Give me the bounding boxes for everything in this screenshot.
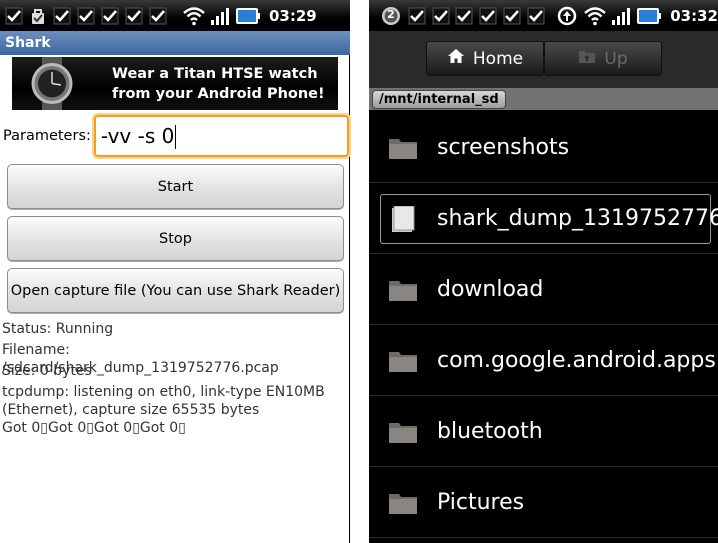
notification-count: 2 [387,7,395,21]
file-browser-screen: 2 03:32 Home Up /mnt/internal_sd screens… [369,0,718,543]
file-name: screenshots [437,135,570,160]
file-name: download [437,277,544,302]
status-bar: 2 03:32 [369,0,718,31]
file-icon [388,205,418,232]
size-text: Size: 0 bytes [2,363,92,379]
check-icon [526,6,546,26]
current-path[interactable]: /mnt/internal_sd [372,90,506,109]
folder-icon [388,419,418,445]
file-name: Pictures [437,490,525,515]
battery-icon [636,6,662,26]
wifi-icon [182,6,206,26]
clock: 03:29 [269,6,317,25]
status-bar: 03:29 [0,0,350,31]
check-icon [407,6,427,26]
sync-icon [557,6,577,26]
navigation-bar: Home Up [369,31,718,88]
file-name: bluetooth [437,419,543,444]
check-icon [52,6,72,26]
check-icon [124,6,144,26]
up-button[interactable]: Up [544,41,662,76]
up-label: Up [604,48,628,69]
parameters-value: -vv -s 0 [100,123,175,148]
home-button[interactable]: Home [426,41,544,76]
stop-button[interactable]: Stop [7,216,344,261]
file-name: shark_dump_1319752776.pcap [437,206,718,231]
shark-app-screen: 03:29 Shark Wear a Titan HTSE watch from… [0,0,352,543]
list-item[interactable]: screenshots [369,113,718,183]
check-icon [454,6,474,26]
watch-icon [12,57,92,110]
check-icon [76,6,96,26]
check-icon [4,6,24,26]
folder-icon [388,490,418,516]
wifi-icon [583,6,607,26]
start-button[interactable]: Start [7,164,344,209]
file-name: com.google.android.apps [437,348,716,373]
path-bar: /mnt/internal_sd [369,88,718,110]
battery-icon [235,6,261,26]
ad-text: Wear a Titan HTSE watch from your Androi… [92,64,325,104]
check-icon [502,6,522,26]
signal-icon [210,6,232,26]
check-icon [100,6,120,26]
signal-icon [611,6,633,26]
home-label: Home [472,48,524,69]
folder-icon [388,135,418,161]
text-cursor [175,125,177,149]
parameters-input[interactable]: -vv -s 0 [91,112,352,159]
check-icon [478,6,498,26]
bag-icon [28,6,48,26]
clock: 03:32 [670,6,718,25]
parameters-label: Parameters: [3,127,91,144]
notification-badge-icon: 2 [381,6,401,26]
folder-icon [388,348,418,374]
open-capture-file-button[interactable]: Open capture file (You can use Shark Rea… [7,268,344,313]
check-icon [148,6,168,26]
app-title: Shark [0,31,350,55]
ad-line-2: from your Android Phone! [112,85,325,102]
tcpdump-output: tcpdump: listening on eth0, link-type EN… [2,384,325,418]
list-item[interactable]: Pictures [369,468,718,538]
folder-icon [388,277,418,303]
ad-line-1: Wear a Titan HTSE watch [112,65,318,82]
parameters-row: Parameters: -vv -s 0 [3,112,352,159]
status-text: Status: Running [2,321,114,337]
list-item[interactable]: download [369,255,718,325]
got-output: Got 0▯Got 0▯Got 0▯Got 0▯ [2,420,186,436]
ad-banner[interactable]: Wear a Titan HTSE watch from your Androi… [12,57,338,110]
list-item[interactable]: com.google.android.apps [369,326,718,396]
folder-up-icon [578,48,596,69]
list-item[interactable]: bluetooth [369,397,718,467]
list-item[interactable]: shark_dump_1319752776.pcap [369,184,718,254]
check-icon [431,6,451,26]
home-icon [447,48,465,69]
